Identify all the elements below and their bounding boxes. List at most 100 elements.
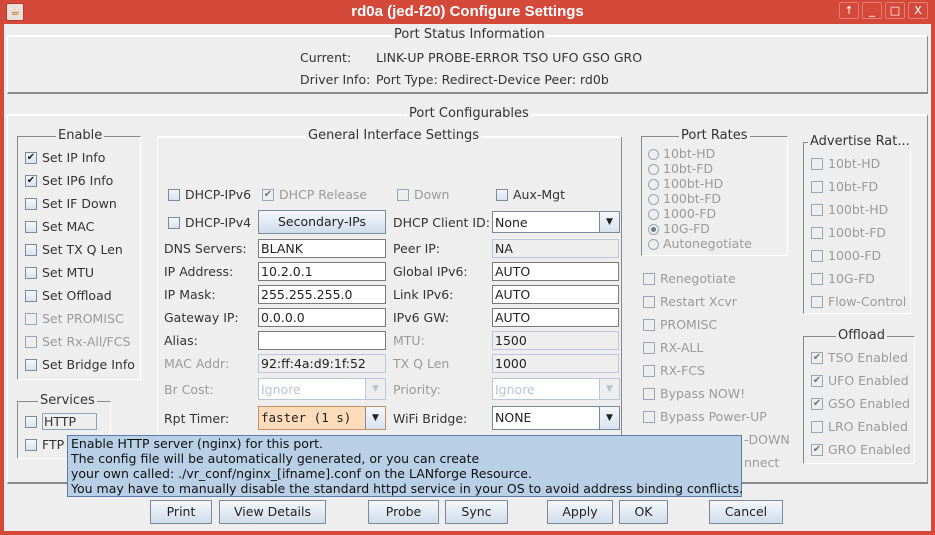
global-ipv6-input[interactable]: AUTO — [492, 262, 619, 281]
checkbox-box — [25, 312, 37, 325]
checkbox-box[interactable] — [25, 266, 37, 279]
checkbox-label: Set IP6 Info — [42, 173, 114, 188]
checkbox-label: Set MTU — [42, 265, 95, 280]
checkbox-box[interactable] — [25, 289, 37, 302]
rate-1000-fd-radio: 1000-FD — [648, 207, 716, 221]
enable-set-mac-checkbox[interactable]: Set MAC — [25, 219, 94, 234]
check-icon: ✔ — [811, 443, 823, 456]
chevron-down-icon[interactable]: ▼ — [365, 407, 385, 429]
wifi-bridge-select[interactable]: NONE ▼ — [492, 406, 620, 430]
checkbox-box[interactable] — [496, 188, 508, 201]
chevron-down-icon[interactable]: ▼ — [599, 212, 619, 232]
apply-button[interactable]: Apply — [547, 500, 613, 524]
cancel-button[interactable]: Cancel — [709, 500, 783, 524]
checkbox-box — [811, 203, 823, 216]
down-checkbox[interactable]: Down — [397, 187, 449, 202]
chevron-down-icon[interactable]: ▼ — [599, 407, 619, 429]
check-icon[interactable]: ✔ — [25, 151, 37, 164]
ftp-checkbox[interactable]: FTP — [25, 437, 64, 452]
checkbox-label: TSO Enabled — [828, 350, 908, 365]
enable-set-if-down-checkbox[interactable]: Set IF Down — [25, 196, 117, 211]
enable-set-ip-info-checkbox[interactable]: ✔ Set IP Info — [25, 150, 105, 165]
checkbox-label: UFO Enabled — [828, 373, 909, 388]
probe-button[interactable]: Probe — [368, 500, 439, 524]
ip-mask-input[interactable]: 255.255.255.0 — [258, 285, 386, 304]
checkbox-box[interactable] — [25, 415, 37, 428]
port-configurables-legend: Port Configurables — [407, 106, 531, 121]
radio-label: 10G-FD — [663, 221, 710, 236]
dhcp-ipv6-checkbox[interactable]: DHCP-IPv6 — [168, 187, 251, 202]
enable-set-promisc-checkbox: Set PROMISC — [25, 311, 124, 326]
checkbox-box — [811, 249, 823, 262]
checkbox-label: Set Offload — [42, 288, 112, 303]
ipv6-gw-input[interactable]: AUTO — [492, 308, 619, 327]
ip-address-input[interactable]: 10.2.0.1 — [258, 262, 386, 281]
advertise-rates-legend: Advertise Rat... — [808, 134, 912, 149]
http-checkbox[interactable]: HTTP — [25, 413, 97, 430]
minimize-button[interactable]: _ — [862, 2, 882, 19]
alias-input[interactable] — [258, 331, 386, 350]
br-cost-value: Ignore — [261, 382, 301, 397]
ok-button[interactable]: OK — [619, 500, 668, 524]
secondary-ips-button[interactable]: Secondary-IPs — [258, 210, 386, 234]
rpt-timer-select[interactable]: faster (1 s) ▼ — [258, 406, 386, 430]
checkbox-box[interactable] — [25, 438, 37, 451]
maximize-button[interactable]: □ — [885, 2, 905, 19]
checkbox-label: 100bt-HD — [828, 202, 889, 217]
http-tooltip: Enable HTTP server (nginx) for this port… — [67, 435, 743, 497]
enable-set-bridge-info-checkbox[interactable]: Set Bridge Info — [25, 357, 135, 372]
dns-servers-input[interactable]: BLANK — [258, 239, 386, 258]
checkbox-label: Set PROMISC — [42, 311, 124, 326]
always-on-top-button[interactable]: ↑ — [839, 2, 859, 19]
current-label: Current: — [300, 50, 352, 65]
check-icon[interactable]: ✔ — [25, 174, 37, 187]
gateway-ip-input[interactable]: 0.0.0.0 — [258, 308, 386, 327]
checkbox-box[interactable] — [168, 188, 180, 201]
close-button[interactable]: X — [908, 2, 928, 19]
checkbox-label: PROMISC — [660, 317, 718, 332]
priority-label: Priority: — [393, 382, 441, 397]
radio-icon — [648, 238, 659, 250]
checkbox-box[interactable] — [25, 243, 37, 256]
checkbox-label: GSO Enabled — [828, 396, 910, 411]
checkbox-box — [643, 387, 655, 400]
enable-set-tx-q-len-checkbox[interactable]: Set TX Q Len — [25, 242, 123, 257]
checkbox-label: Set Bridge Info — [42, 357, 135, 372]
dhcp-client-id-select[interactable]: None ▼ — [492, 211, 620, 233]
port-status-legend: Port Status Information — [392, 27, 547, 42]
enable-set-offload-checkbox[interactable]: Set Offload — [25, 288, 112, 303]
ipv6-gw-label: IPv6 GW: — [393, 310, 450, 325]
br-cost-select: Ignore ▼ — [258, 378, 386, 400]
dhcp-release-checkbox[interactable]: ✔ DHCP Release — [262, 187, 367, 202]
dhcp-client-id-value: None — [495, 215, 528, 230]
sync-button[interactable]: Sync — [445, 500, 508, 524]
radio-icon — [648, 163, 659, 175]
checkbox-label: Set MAC — [42, 219, 95, 234]
checkbox-box[interactable] — [25, 220, 37, 233]
link-ipv6-input[interactable]: AUTO — [492, 285, 619, 304]
radio-label: 10bt-FD — [663, 161, 714, 176]
checkbox-label: Bypass Power-UP — [660, 409, 767, 424]
enable-set-ip6-info-checkbox[interactable]: ✔ Set IP6 Info — [25, 173, 113, 188]
checkbox-label: 10bt-FD — [828, 179, 879, 194]
dhcp-release-label: DHCP Release — [279, 187, 368, 202]
gateway-ip-label: Gateway IP: — [164, 310, 239, 325]
checkbox-box[interactable] — [397, 188, 409, 201]
check-icon[interactable]: ✔ — [262, 188, 274, 201]
print-button[interactable]: Print — [150, 500, 212, 524]
checkbox-box[interactable] — [25, 197, 37, 210]
dhcp-ipv4-checkbox[interactable]: DHCP-IPv4 — [168, 215, 251, 230]
general-settings-legend: General Interface Settings — [306, 128, 482, 143]
rate-10bt-hd-radio: 10bt-HD — [648, 147, 715, 161]
view-details-button[interactable]: View Details — [219, 500, 326, 524]
enable-set-mtu-checkbox[interactable]: Set MTU — [25, 265, 94, 280]
dhcp-client-id-label: DHCP Client ID: — [393, 215, 490, 230]
checkbox-box[interactable] — [25, 358, 37, 371]
checkbox-box[interactable] — [168, 216, 180, 229]
aux-mgt-checkbox[interactable]: Aux-Mgt — [496, 187, 565, 202]
checkbox-box — [643, 364, 655, 377]
checkbox-label: 10bt-HD — [828, 156, 881, 171]
checkbox-label: Restart Xcvr — [660, 294, 737, 309]
driver-info-label: Driver Info: — [300, 72, 371, 87]
misc-promisc-checkbox: PROMISC — [643, 317, 717, 332]
